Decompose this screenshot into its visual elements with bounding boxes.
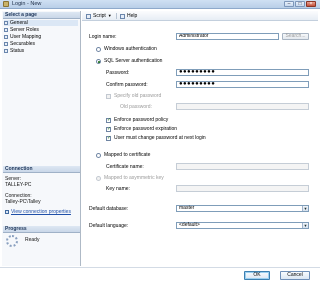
page-label: General xyxy=(10,20,28,26)
script-button[interactable]: Script ▼ xyxy=(86,13,112,19)
cancel-button[interactable]: Cancel xyxy=(280,271,310,280)
minimize-button[interactable]: – xyxy=(284,1,294,7)
default-language-value: <default> xyxy=(179,222,200,228)
windows-auth-radio[interactable] xyxy=(96,47,101,52)
close-button[interactable]: × xyxy=(306,1,316,7)
enforce-policy-checkbox[interactable]: ✓ xyxy=(106,118,111,123)
page-item-general[interactable]: General xyxy=(4,20,78,26)
default-language-label: Default language: xyxy=(89,223,129,229)
page-label: Server Roles xyxy=(10,27,39,33)
windows-auth-label: Windows authentication xyxy=(104,46,157,52)
page-icon xyxy=(4,42,8,46)
page-icon xyxy=(4,49,8,53)
page-item-user-mapping[interactable]: User Mapping xyxy=(4,34,78,40)
mapped-certificate-label: Mapped to certificate xyxy=(104,152,151,158)
confirm-password-label: Confirm password: xyxy=(106,82,148,88)
certificate-name-label: Certificate name: xyxy=(106,164,144,170)
help-icon xyxy=(120,13,125,19)
properties-icon xyxy=(5,210,9,214)
mapped-asymmetric-key-label: Mapped to asymmetric key xyxy=(104,175,164,181)
default-database-label: Default database: xyxy=(89,206,129,212)
progress-status: Ready xyxy=(25,237,40,243)
page-icon xyxy=(4,21,8,25)
specify-old-password-checkbox[interactable] xyxy=(106,94,111,99)
help-button[interactable]: Help xyxy=(120,13,137,19)
default-database-value: master xyxy=(179,205,195,211)
page-item-server-roles[interactable]: Server Roles xyxy=(4,27,78,33)
chevron-down-icon: ▼ xyxy=(107,13,112,18)
sql-auth-label: SQL Server authentication xyxy=(104,58,163,64)
chevron-down-icon: ▼ xyxy=(302,223,308,228)
script-label: Script xyxy=(93,13,106,19)
must-change-password-checkbox[interactable]: ✓ xyxy=(106,136,111,141)
chevron-down-icon: ▼ xyxy=(302,206,308,211)
help-label: Help xyxy=(127,13,138,19)
view-connection-properties-link[interactable]: View connection properties xyxy=(5,209,71,215)
server-value: TALLEY-PC xyxy=(5,182,32,188)
view-connection-properties-label: View connection properties xyxy=(11,209,71,215)
enforce-expiration-label: Enforce password expiration xyxy=(114,126,178,132)
toolbar-separator xyxy=(116,13,117,19)
old-password-input[interactable] xyxy=(176,103,309,110)
maximize-button[interactable]: □ xyxy=(295,1,305,7)
certificate-name-combo[interactable] xyxy=(176,163,309,170)
page-label: Status xyxy=(10,48,25,54)
progress-header: Progress xyxy=(3,226,80,233)
login-name-label: Login name: xyxy=(89,34,117,40)
enforce-expiration-checkbox[interactable]: ✓ xyxy=(106,127,111,132)
app-icon xyxy=(3,1,9,7)
connection-value: Talley-PC\Talley xyxy=(5,199,41,205)
window-title: Login - New xyxy=(12,1,42,7)
specify-old-password-label: Specify old password xyxy=(114,93,162,99)
search-button[interactable]: Search... xyxy=(282,33,309,40)
old-password-label: Old password: xyxy=(120,104,152,110)
connection-header: Connection xyxy=(3,166,80,173)
page-icon xyxy=(4,35,8,39)
title-bar xyxy=(0,0,320,9)
default-language-select[interactable]: <default> ▼ xyxy=(176,222,309,229)
sql-auth-radio[interactable] xyxy=(96,59,101,64)
script-icon xyxy=(86,13,91,19)
ok-button[interactable]: OK xyxy=(244,271,270,280)
page-item-status[interactable]: Status xyxy=(4,48,78,54)
page-label: User Mapping xyxy=(10,34,42,40)
enforce-policy-label: Enforce password policy xyxy=(114,117,169,123)
mapped-certificate-radio[interactable] xyxy=(96,153,101,158)
password-label: Password: xyxy=(106,70,130,76)
password-input[interactable]: ●●●●●●●●● xyxy=(176,69,309,76)
key-name-label: Key name: xyxy=(106,186,130,192)
toolbar xyxy=(82,11,318,21)
footer-divider xyxy=(0,267,320,268)
must-change-password-label: User must change password at next login xyxy=(114,135,206,141)
mapped-asymmetric-key-radio[interactable] xyxy=(96,176,101,181)
page-icon xyxy=(4,28,8,32)
progress-spinner-icon xyxy=(6,235,18,247)
key-name-combo[interactable] xyxy=(176,185,309,192)
select-page-header: Select a page xyxy=(3,12,80,19)
page-item-securables[interactable]: Securables xyxy=(4,41,78,47)
page-label: Securables xyxy=(10,41,36,47)
default-database-select[interactable]: master ▼ xyxy=(176,205,309,212)
confirm-password-input[interactable]: ●●●●●●●●● xyxy=(176,81,309,88)
login-name-input[interactable]: Administrator xyxy=(176,33,279,40)
